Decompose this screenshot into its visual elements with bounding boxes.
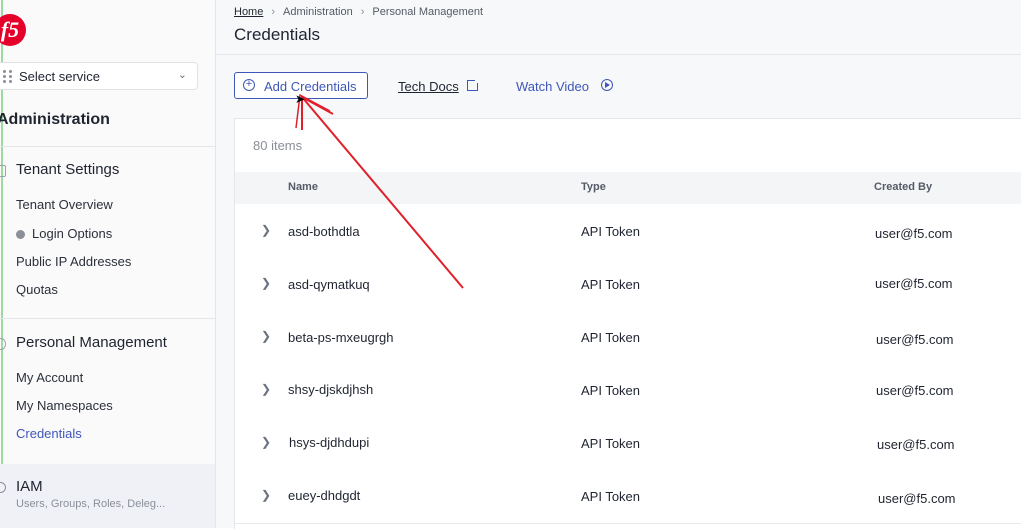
table-row[interactable]: ❯ hsys-djdhdupi API Token user@f5.com: [235, 417, 1021, 471]
sidebar-item-iam[interactable]: [0, 464, 215, 528]
sidebar-item-label: Login Options: [32, 226, 113, 241]
sidebar-item-quotas[interactable]: Quotas: [16, 282, 58, 297]
chevron-right-icon[interactable]: ❯: [261, 488, 271, 502]
select-service-label: Select service: [19, 69, 100, 84]
breadcrumb-home[interactable]: Home: [234, 6, 263, 18]
cell-type: API Token: [581, 383, 641, 398]
chevron-right-icon[interactable]: ❯: [261, 223, 271, 237]
cell-created-by: user@f5.com: [878, 491, 956, 506]
select-service-dropdown[interactable]: Select service ⌄: [0, 62, 198, 90]
chevron-right-icon[interactable]: ❯: [261, 435, 271, 449]
external-link-icon[interactable]: [467, 78, 480, 91]
chevron-right-icon: ›: [360, 6, 365, 18]
cell-type: API Token: [581, 277, 641, 292]
sidebar-item-tenant-overview[interactable]: Tenant Overview: [16, 197, 113, 212]
items-count: 80 items: [253, 138, 303, 153]
sidebar-item-my-namespaces[interactable]: My Namespaces: [16, 398, 113, 413]
cell-created-by: user@f5.com: [877, 437, 955, 452]
add-credentials-label: Add Credentials: [264, 79, 357, 94]
sidebar-item-login-options[interactable]: Login Options: [16, 226, 112, 241]
breadcrumb-personal-management: Personal Management: [372, 6, 484, 18]
section-title: Administration: [0, 111, 110, 128]
page-title: Credentials: [234, 25, 320, 44]
cell-name: asd-bothdtla: [288, 224, 360, 239]
cell-name: beta-ps-mxeugrgh: [288, 330, 394, 345]
group-title-tenant-settings[interactable]: Tenant Settings: [16, 161, 119, 178]
sidebar-item-credentials[interactable]: Credentials: [16, 426, 82, 441]
tech-docs-link[interactable]: Tech Docs: [398, 79, 459, 94]
chevron-right-icon[interactable]: ❯: [261, 276, 271, 290]
cell-created-by: user@f5.com: [876, 383, 954, 398]
breadcrumb: Home › Administration › Personal Management: [234, 6, 483, 18]
chevron-right-icon: ›: [271, 6, 276, 18]
cell-created-by: user@f5.com: [876, 332, 954, 347]
table-row[interactable]: ❯ euey-dhdgdt API Token user@f5.com: [235, 470, 1021, 524]
sidebar: f5 Select service ⌄ Administration Tenan…: [0, 0, 216, 528]
iam-subtitle: Users, Groups, Roles, Deleg...: [16, 498, 166, 510]
cell-name: hsys-djdhdupi: [289, 435, 370, 450]
cell-created-by: user@f5.com: [875, 226, 953, 241]
f5-logo[interactable]: f5: [0, 14, 26, 46]
chevron-down-icon: ⌄: [177, 69, 187, 81]
cell-name: euey-dhdgdt: [288, 488, 361, 503]
cell-name: shsy-djskdjhsh: [288, 382, 374, 397]
table-row[interactable]: ❯ shsy-djskdjhsh API Token user@f5.com: [235, 364, 1021, 418]
building-icon: [0, 165, 6, 177]
cell-type: API Token: [581, 224, 641, 239]
column-header-name[interactable]: Name: [288, 181, 318, 193]
column-header-created-by[interactable]: Created By: [874, 181, 932, 193]
chevron-right-icon[interactable]: ❯: [261, 329, 271, 343]
iam-title: IAM: [16, 478, 43, 495]
group-title-personal-management[interactable]: Personal Management: [16, 334, 167, 351]
cell-type: API Token: [581, 489, 641, 504]
play-icon[interactable]: [601, 79, 613, 91]
watch-video-link[interactable]: Watch Video: [516, 79, 589, 94]
column-header-type[interactable]: Type: [581, 181, 606, 193]
gear-icon: [0, 338, 6, 350]
table-row[interactable]: ❯ asd-qymatkuq API Token user@f5.com: [235, 258, 1021, 312]
divider: [0, 146, 215, 147]
cell-name: asd-qymatkuq: [288, 277, 370, 292]
chevron-right-icon[interactable]: ❯: [261, 382, 271, 396]
breadcrumb-administration[interactable]: Administration: [283, 6, 353, 18]
mouse-cursor-icon: ➤: [295, 92, 306, 106]
sidebar-item-my-account[interactable]: My Account: [16, 370, 83, 385]
lock-icon: [16, 230, 25, 239]
cell-created-by: user@f5.com: [875, 276, 953, 291]
table-row[interactable]: ❯ beta-ps-mxeugrgh API Token user@f5.com: [235, 311, 1021, 365]
divider: [0, 318, 215, 319]
cell-type: API Token: [581, 436, 641, 451]
grid-dots-icon: [3, 70, 13, 83]
cell-type: API Token: [581, 330, 641, 345]
table-row[interactable]: ❯ asd-bothdtla API Token user@f5.com: [235, 205, 1021, 259]
plus-circle-icon: +: [243, 79, 255, 91]
sidebar-item-public-ip-addresses[interactable]: Public IP Addresses: [16, 254, 131, 269]
